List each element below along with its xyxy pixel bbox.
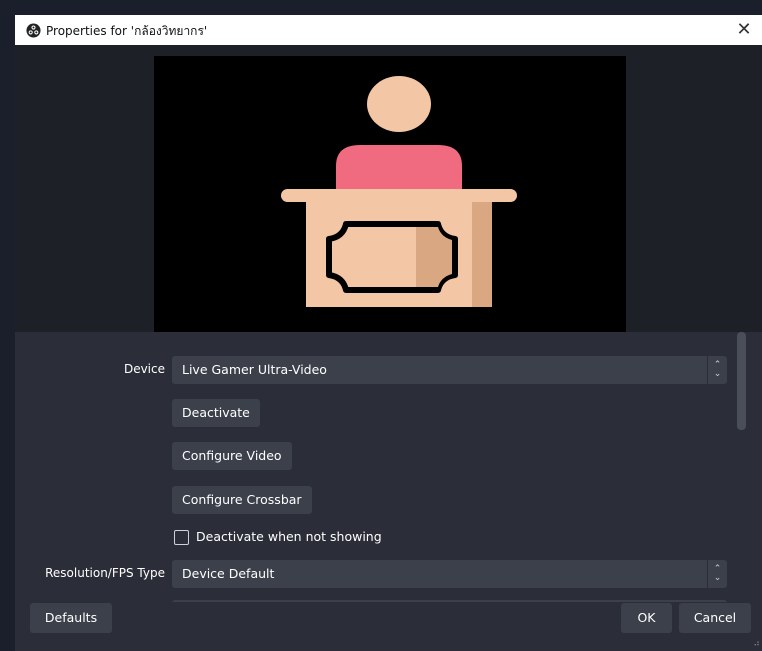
resolution-fps-type-select[interactable]: Device Default ⌃ ⌄: [172, 560, 727, 588]
device-select[interactable]: Live Gamer Ultra-Video ⌃ ⌄: [172, 356, 727, 384]
properties-panel: Device Live Gamer Ultra-Video ⌃ ⌄ Deactiv…: [25, 332, 753, 602]
deactivate-button[interactable]: Deactivate: [172, 399, 260, 427]
chevron-updown-icon: ⌃ ⌄: [707, 356, 727, 384]
device-select-value: Live Gamer Ultra-Video: [182, 362, 327, 377]
resize-grip-icon[interactable]: ⠴: [753, 640, 760, 649]
ok-button[interactable]: OK: [621, 603, 672, 633]
window-title: Properties for 'กล้องวิทยากร': [46, 24, 208, 38]
resolution-fps-type-value: Device Default: [182, 566, 275, 581]
next-select-partial[interactable]: [172, 600, 727, 602]
obs-logo-icon: [26, 23, 41, 38]
device-label: Device: [123, 362, 165, 376]
deactivate-when-not-showing-checkbox[interactable]: [174, 530, 189, 545]
configure-crossbar-button[interactable]: Configure Crossbar: [172, 486, 312, 514]
scrollbar-thumb[interactable]: [737, 332, 746, 430]
close-button[interactable]: ✕: [732, 18, 756, 42]
close-icon: ✕: [736, 19, 752, 40]
speaker-at-podium-icon: [281, 76, 517, 307]
source-preview: [154, 56, 626, 333]
cancel-button[interactable]: Cancel: [679, 603, 751, 633]
defaults-button[interactable]: Defaults: [30, 603, 112, 633]
title-bar: Properties for 'กล้องวิทยากร' ✕: [15, 15, 762, 45]
deactivate-when-not-showing-label: Deactivate when not showing: [196, 529, 382, 544]
chevron-updown-icon: ⌃ ⌄: [707, 560, 727, 588]
preview-area: [15, 45, 762, 333]
configure-video-button[interactable]: Configure Video: [172, 442, 292, 470]
properties-dialog: Properties for 'กล้องวิทยากร' ✕ Device L…: [15, 15, 762, 651]
resolution-fps-type-label: Resolution/FPS Type: [45, 566, 165, 580]
